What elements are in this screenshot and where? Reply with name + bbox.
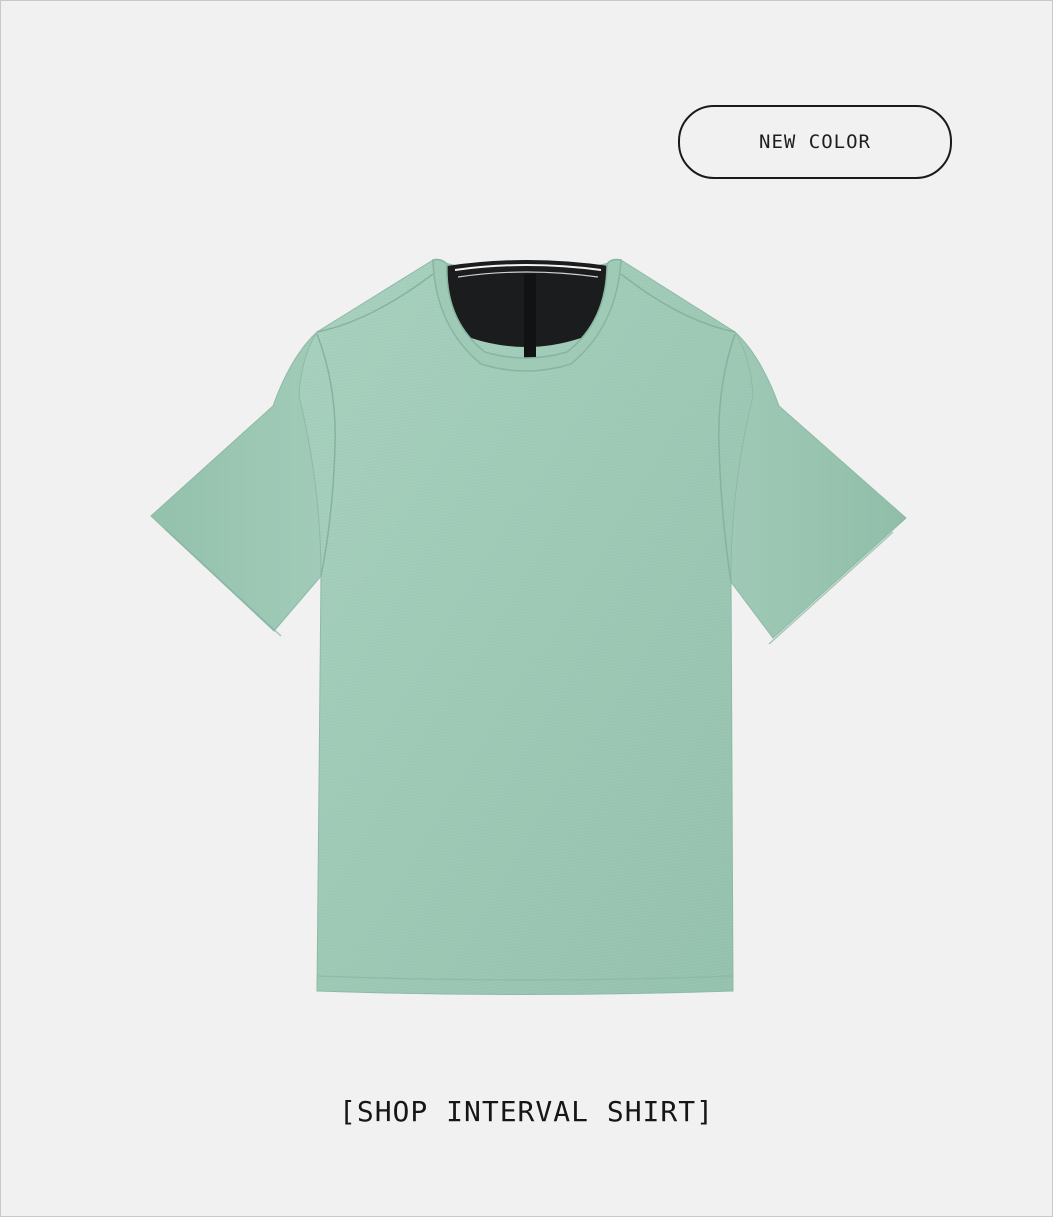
t-shirt-image[interactable] bbox=[141, 246, 911, 1006]
shop-interval-shirt-link[interactable]: [SHOP INTERVAL SHIRT] bbox=[1, 1087, 1052, 1137]
product-promo-card: NEW COLOR [SHOP INTERVAL SHIRT] bbox=[0, 0, 1053, 1217]
new-color-badge-label: NEW COLOR bbox=[759, 131, 871, 153]
new-color-badge: NEW COLOR bbox=[678, 105, 952, 179]
